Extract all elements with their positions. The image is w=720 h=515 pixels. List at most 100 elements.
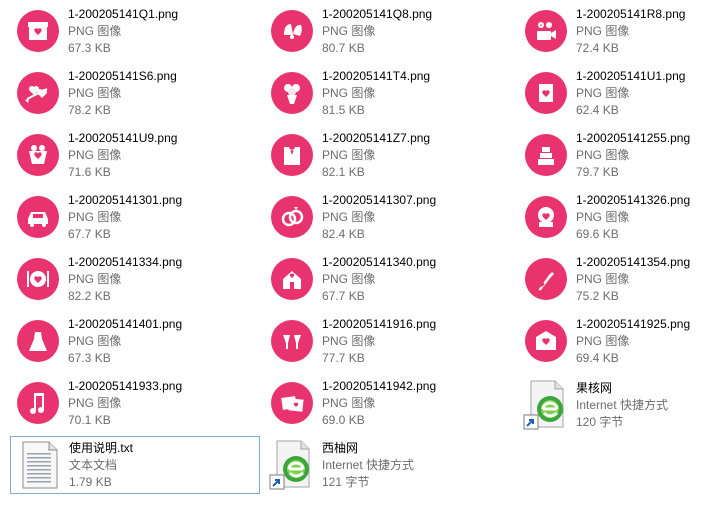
file-item[interactable]: 1-200205141326.png PNG 图像 69.6 KB [518,188,720,246]
file-item[interactable]: 1-200205141925.png PNG 图像 69.4 KB [518,312,720,370]
file-item[interactable]: 1-200205141933.png PNG 图像 70.1 KB [10,374,260,432]
file-name: 1-200205141326.png [576,192,691,207]
file-item[interactable]: 西柚网 Internet 快捷方式 121 字节 [264,436,514,494]
file-item[interactable]: 1-200205141S6.png PNG 图像 78.2 KB [10,64,260,122]
file-details: 1-200205141301.png PNG 图像 67.7 KB [66,192,182,243]
file-type: PNG 图像 [322,395,376,410]
file-size: 77.7 KB [322,350,365,365]
file-details: 1-200205141Q8.png PNG 图像 80.7 KB [320,6,432,57]
file-item[interactable]: 1-200205141Z7.png PNG 图像 82.1 KB [264,126,514,184]
file-type: Internet 快捷方式 [322,457,415,472]
file-item[interactable]: 1-200205141307.png PNG 图像 82.4 KB [264,188,514,246]
file-size: 69.0 KB [322,412,365,427]
file-type: PNG 图像 [68,395,122,410]
file-item[interactable]: 1-200205141Q8.png PNG 图像 80.7 KB [264,2,514,60]
file-name: 1-200205141T4.png [322,68,431,83]
champagne-bottle-icon [518,250,574,308]
file-item[interactable]: 1-200205141T4.png PNG 图像 81.5 KB [264,64,514,122]
file-size: 70.1 KB [68,412,111,427]
file-type: PNG 图像 [322,209,376,224]
file-details: 1-200205141T4.png PNG 图像 81.5 KB [320,68,430,119]
internet-shortcut-icon [264,436,320,494]
flower-bouquet-icon [264,64,320,122]
file-size: 67.3 KB [68,350,111,365]
file-type: PNG 图像 [576,271,630,286]
file-size: 67.7 KB [68,226,111,241]
cupid-arrow-icon [10,64,66,122]
file-name: 1-200205141U9.png [68,130,178,145]
file-details: 1-200205141942.png PNG 图像 69.0 KB [320,378,436,429]
file-type: PNG 图像 [322,333,376,348]
file-size: 75.2 KB [576,288,619,303]
wedding-car-icon [10,188,66,246]
file-item[interactable]: 1-200205141354.png PNG 图像 75.2 KB [518,250,720,308]
dinner-plate-icon [10,250,66,308]
file-details: 1-200205141326.png PNG 图像 69.6 KB [574,192,690,243]
file-size: 69.4 KB [576,350,619,365]
file-name: 1-200205141354.png [576,254,691,269]
file-type: 文本文档 [69,457,118,472]
file-type: PNG 图像 [322,23,376,38]
file-size: 82.1 KB [322,164,365,179]
file-name: 1-200205141340.png [322,254,437,269]
file-size: 72.4 KB [576,40,619,55]
file-size: 82.2 KB [68,288,111,303]
file-name: 1-200205141401.png [68,316,183,331]
file-name: 1-200205141942.png [322,378,437,393]
wedding-cake-icon [518,126,574,184]
file-size: 67.3 KB [68,40,111,55]
gift-box-icon [10,2,66,60]
file-size: 120 字节 [576,414,624,429]
file-item[interactable]: 1-200205141340.png PNG 图像 67.7 KB [264,250,514,308]
file-item[interactable]: 1-200205141334.png PNG 图像 82.2 KB [10,250,260,308]
file-type: PNG 图像 [68,271,122,286]
file-item[interactable]: 果核网 Internet 快捷方式 120 字节 [518,376,720,434]
photo-frames-icon [264,374,320,432]
wedding-rings-icon [264,188,320,246]
file-size: 80.7 KB [322,40,365,55]
file-type: PNG 图像 [576,85,630,100]
file-name: 1-200205141933.png [68,378,183,393]
file-details: 1-200205141401.png PNG 图像 67.3 KB [66,316,182,367]
file-name: 1-200205141Q8.png [322,6,433,21]
file-size: 82.4 KB [322,226,365,241]
file-size: 81.5 KB [322,102,365,117]
file-name: 果核网 [576,380,613,395]
file-type: PNG 图像 [576,209,630,224]
chapel-icon [264,250,320,308]
file-name: 1-200205141U1.png [576,68,686,83]
file-name: 1-200205141Q1.png [68,6,179,21]
file-details: 1-200205141R8.png PNG 图像 72.4 KB [574,6,685,57]
file-type: PNG 图像 [68,85,122,100]
file-size: 69.6 KB [576,226,619,241]
file-details: 1-200205141Z7.png PNG 图像 82.1 KB [320,130,430,181]
music-note-icon [10,374,66,432]
file-type: Internet 快捷方式 [576,397,669,412]
file-item[interactable]: 1-200205141942.png PNG 图像 69.0 KB [264,374,514,432]
file-size: 62.4 KB [576,102,619,117]
file-name: 1-200205141916.png [322,316,437,331]
file-item[interactable]: 使用说明.txt 文本文档 1.79 KB [10,436,260,494]
file-item[interactable]: 1-200205141916.png PNG 图像 77.7 KB [264,312,514,370]
file-details: 1-200205141916.png PNG 图像 77.7 KB [320,316,436,367]
file-type: PNG 图像 [68,209,122,224]
file-size: 121 字节 [322,474,370,489]
champagne-glasses-icon [264,312,320,370]
internet-shortcut-icon [518,376,574,434]
file-type: PNG 图像 [68,147,122,162]
file-details: 1-200205141334.png PNG 图像 82.2 KB [66,254,182,305]
file-size: 67.7 KB [322,288,365,303]
tuxedo-icon [264,126,320,184]
file-size: 1.79 KB [69,474,112,489]
file-item[interactable]: 1-200205141401.png PNG 图像 67.3 KB [10,312,260,370]
file-type: PNG 图像 [322,85,376,100]
file-item[interactable]: 1-200205141U1.png PNG 图像 62.4 KB [518,64,720,122]
file-item[interactable]: 1-200205141301.png PNG 图像 67.7 KB [10,188,260,246]
file-details: 1-200205141354.png PNG 图像 75.2 KB [574,254,690,305]
file-item[interactable]: 1-200205141R8.png PNG 图像 72.4 KB [518,2,720,60]
love-card-icon [518,64,574,122]
file-item[interactable]: 1-200205141U9.png PNG 图像 71.6 KB [10,126,260,184]
file-item[interactable]: 1-200205141255.png PNG 图像 79.7 KB [518,126,720,184]
file-item[interactable]: 1-200205141Q1.png PNG 图像 67.3 KB [10,2,260,60]
file-name: 1-200205141Z7.png [322,130,431,145]
